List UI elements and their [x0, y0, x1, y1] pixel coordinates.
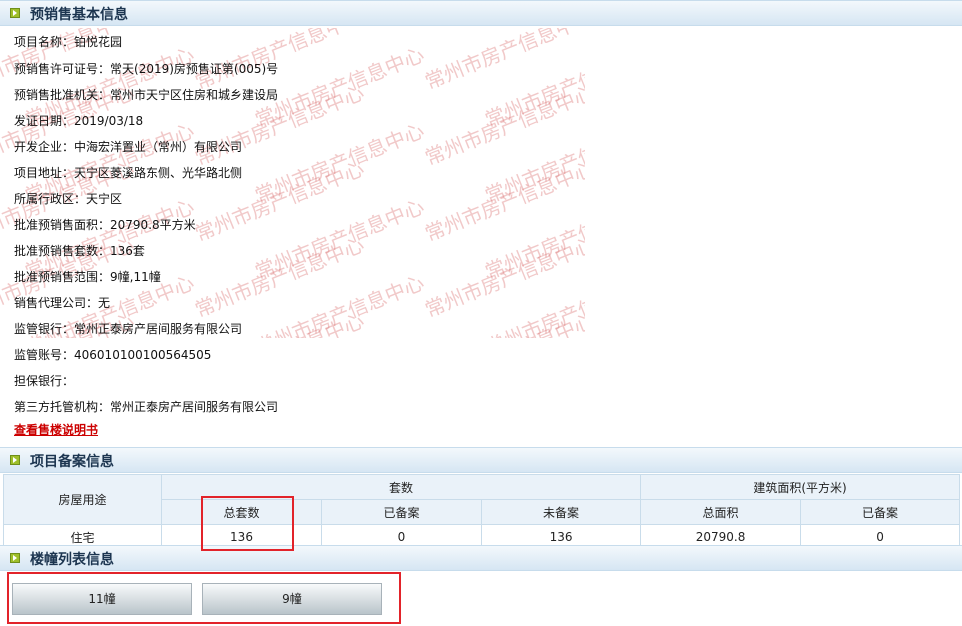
- info-row: 项目地址：天宁区菱溪路东侧、光华路北侧: [14, 163, 242, 183]
- info-label: 项目地址：: [14, 166, 75, 180]
- view-sales-brochure-link[interactable]: 查看售楼说明书: [14, 421, 98, 438]
- info-value: 天宁区菱溪路东侧、光华路北侧: [74, 166, 243, 180]
- info-value: 常天(2019)房预售证第(005)号: [110, 62, 279, 76]
- info-label: 销售代理公司：: [14, 296, 99, 310]
- col-recorded-units: 已备案: [321, 499, 482, 525]
- watermark-text: 常州市房产信息中心: [251, 270, 428, 338]
- building-list-header: 楼幢列表信息: [0, 545, 962, 571]
- info-value: 中海宏洋置业（常州）有限公司: [74, 140, 243, 154]
- info-row: 所属行政区：天宁区: [14, 189, 122, 209]
- info-label: 预销售批准机关：: [14, 88, 111, 102]
- info-value: 136套: [110, 244, 145, 258]
- info-row: 担保银行：: [14, 371, 74, 391]
- info-row: 监管银行：常州正泰房产居间服务有限公司: [14, 319, 242, 339]
- info-row: 销售代理公司：无: [14, 293, 110, 313]
- info-label: 批准预销售面积：: [14, 218, 111, 232]
- info-value: 2019/03/18: [74, 114, 144, 128]
- col-total-area: 总面积: [640, 499, 802, 525]
- watermark-text: 常州市房产信息中心: [251, 194, 428, 284]
- watermark-text: 常州市房产信息中心: [251, 118, 428, 208]
- building-list-title: 楼幢列表信息: [30, 552, 114, 568]
- info-label: 第三方托管机构：: [14, 400, 111, 414]
- info-row: 开发企业：中海宏洋置业（常州）有限公司: [14, 137, 242, 157]
- highlight-building-buttons: [7, 572, 401, 624]
- info-label: 批准预销售范围：: [14, 270, 111, 284]
- arrow-bullet-icon: [10, 455, 20, 465]
- info-value: 20790.8平方米: [110, 218, 196, 232]
- watermark-text: 常州市房产信息中心: [420, 305, 585, 338]
- col-unrecorded-units: 未备案: [480, 499, 642, 525]
- info-value: 406010100100564505: [74, 348, 212, 362]
- info-label: 监管银行：: [14, 322, 75, 336]
- arrow-bullet-icon: [10, 8, 20, 18]
- watermark-text: 常州市房产信息中心: [481, 42, 585, 132]
- info-row: 批准预销售范围：9幢,11幢: [14, 267, 161, 287]
- info-label: 监管账号：: [14, 348, 75, 362]
- info-row: 第三方托管机构：常州正泰房产居间服务有限公司: [14, 397, 278, 417]
- info-row: 批准预销售面积：20790.8平方米: [14, 215, 196, 235]
- watermark-text: 常州市房产信息中心: [421, 232, 585, 322]
- info-row: 预销售许可证号：常天(2019)房预售证第(005)号: [14, 59, 278, 79]
- info-row: 发证日期：2019/03/18: [14, 111, 143, 131]
- info-row: 项目名称：铂悦花园: [14, 32, 122, 52]
- info-row: 监管账号：406010100100564505: [14, 345, 211, 365]
- watermark-text: 常州市房产信息中心: [481, 194, 585, 284]
- info-row: 批准预销售套数：136套: [14, 241, 145, 261]
- info-label: 发证日期：: [14, 114, 75, 128]
- record-table: 房屋用途 套数 建筑面积(平方米) 总套数 已备案 未备案 总面积 已备案 住宅…: [3, 474, 961, 550]
- info-value: 铂悦花园: [74, 35, 123, 49]
- record-info-header: 项目备案信息: [0, 447, 962, 473]
- area-group-header: 建筑面积(平方米): [640, 474, 961, 500]
- watermark-text: 常州市房产信息中心: [421, 28, 585, 94]
- info-value: 常州市天宁区住房和城乡建设局: [110, 88, 279, 102]
- info-value: 常州正泰房产居间服务有限公司: [110, 400, 279, 414]
- col-usage-header: 房屋用途: [3, 474, 162, 525]
- watermark-text: 常州市房产信息中心: [421, 156, 585, 246]
- watermark-text: 常州市房产信息中心: [421, 80, 585, 170]
- info-value: 天宁区: [86, 192, 123, 206]
- info-label: 预销售许可证号：: [14, 62, 111, 76]
- watermark-text: 常州市房产信息中心: [481, 118, 585, 208]
- info-label: 开发企业：: [14, 140, 75, 154]
- info-value: 常州正泰房产居间服务有限公司: [74, 322, 243, 336]
- watermark-text: 常州市房产信息中心: [191, 232, 368, 322]
- highlight-total-units: [201, 496, 294, 551]
- info-label: 项目名称：: [14, 35, 75, 49]
- info-value: 无: [98, 296, 111, 310]
- info-value: 9幢,11幢: [110, 270, 161, 284]
- info-row: 预销售批准机关：常州市天宁区住房和城乡建设局: [14, 85, 278, 105]
- info-label: 担保银行：: [14, 374, 75, 388]
- info-label: 批准预销售套数：: [14, 244, 111, 258]
- record-info-title: 项目备案信息: [30, 454, 114, 470]
- basic-info-header: 预销售基本信息: [0, 0, 962, 26]
- col-recorded-area: 已备案: [800, 499, 961, 525]
- info-label: 所属行政区：: [14, 192, 87, 206]
- watermark-text: 常州市房产信息中心: [481, 270, 585, 338]
- arrow-bullet-icon: [10, 553, 20, 563]
- basic-info-title: 预销售基本信息: [30, 7, 128, 23]
